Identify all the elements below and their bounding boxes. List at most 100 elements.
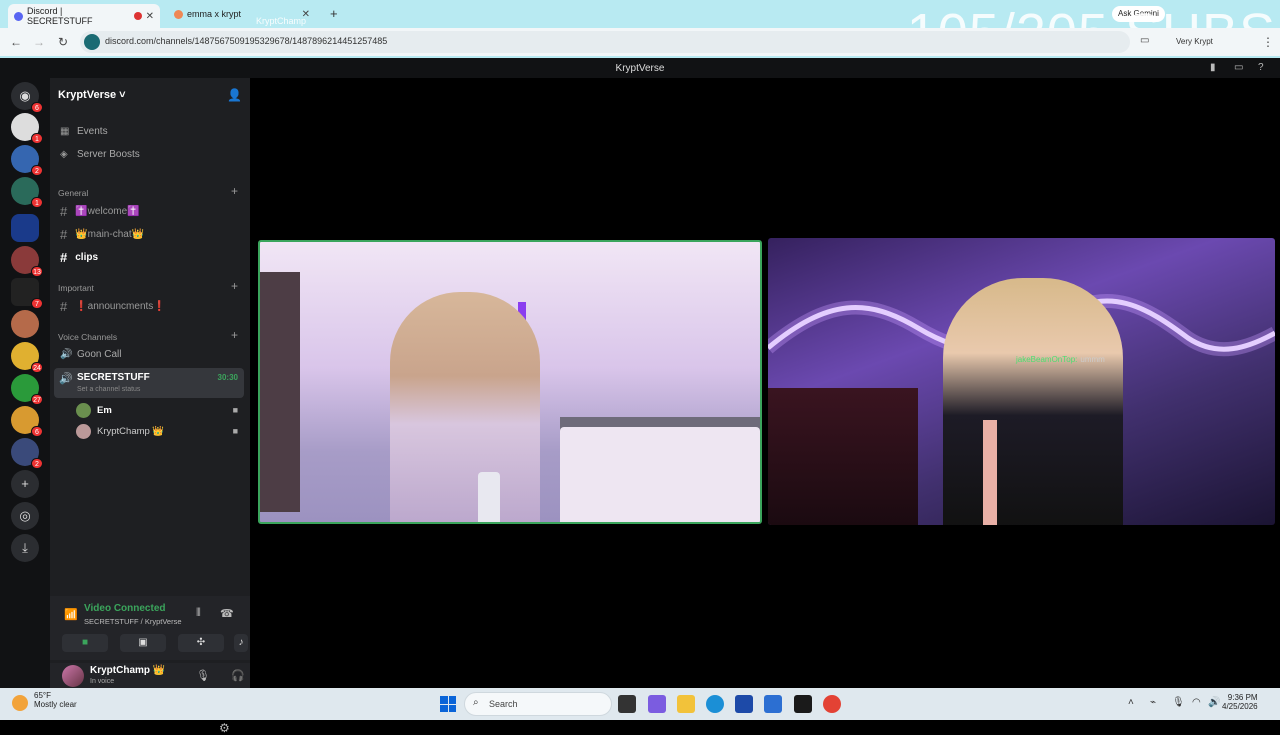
taskbar-search[interactable]: ⌕ Search	[464, 692, 612, 716]
help-icon[interactable]: ?	[1258, 62, 1264, 73]
voice-channel-goon-call[interactable]: 🔊 Goon Call	[60, 349, 121, 360]
hash-icon: #	[60, 204, 68, 219]
server-icon[interactable]: 13	[11, 246, 43, 277]
weather-widget[interactable]: 65°F Mostly clear	[12, 691, 77, 709]
voice-status-subtitle[interactable]: SECRETSTUFF / KryptVerse	[84, 617, 182, 626]
video-tile-kryptchamp[interactable]: jakeBeamOnTop: ummm	[768, 238, 1275, 525]
create-channel-icon[interactable]: +	[231, 328, 238, 342]
outlook-icon[interactable]	[764, 695, 782, 713]
store-icon[interactable]	[735, 695, 753, 713]
channel-label: ❗announcments❗	[75, 301, 166, 312]
app-icon[interactable]	[794, 695, 812, 713]
discord-home-icon[interactable]: ◉ 6	[11, 82, 43, 113]
chat-message: ummm	[1080, 355, 1105, 364]
volume-icon[interactable]: 🔊	[1208, 697, 1220, 708]
channel-clips[interactable]: # clips	[60, 250, 98, 265]
address-bar-row: ← → ↻ discord.com/channels/1487567509195…	[0, 28, 1280, 56]
channel-label: Goon Call	[77, 349, 122, 360]
task-view-icon[interactable]	[618, 695, 636, 713]
activities-button[interactable]: ✣	[178, 634, 224, 652]
url-text: discord.com/channels/1487567509195329678…	[105, 36, 388, 46]
system-clock[interactable]: 9:36 PM 4/25/2026	[1222, 693, 1258, 711]
microphone-icon[interactable]: 🎙	[1172, 697, 1185, 708]
site-info-icon[interactable]	[84, 34, 100, 50]
voice-member[interactable]: KryptChamp 👑	[76, 424, 164, 439]
microphone-icon[interactable]: 🎙	[196, 669, 210, 682]
call-timer: 30:30	[217, 373, 238, 382]
back-icon[interactable]: ←	[10, 35, 22, 49]
new-tab-button[interactable]: +	[330, 6, 338, 21]
server-icon[interactable]: 24	[11, 342, 43, 373]
voice-member[interactable]: Em	[76, 403, 112, 418]
notification-badge: 1	[31, 133, 43, 144]
screen-icon[interactable]: ▭	[1234, 62, 1243, 73]
inbox-icon[interactable]: ▮	[1210, 62, 1216, 73]
weather-temp: 65°F	[34, 691, 51, 700]
tray-chevron-icon[interactable]: ˄	[1128, 697, 1134, 708]
screen-share-button[interactable]: ▣	[120, 634, 166, 652]
search-label: Search	[489, 699, 518, 709]
start-button-icon[interactable]	[440, 696, 456, 712]
reload-icon[interactable]: ↻	[58, 35, 68, 49]
noise-suppression-icon[interactable]: ⦀	[196, 607, 201, 620]
edge-icon[interactable]	[706, 695, 724, 713]
video-tile-em[interactable]	[258, 240, 762, 524]
discover-icon[interactable]: ◎	[11, 502, 39, 530]
server-icon[interactable]: 2	[11, 438, 43, 469]
category-important[interactable]: Important	[58, 283, 94, 293]
camera-toggle-button[interactable]: ■	[62, 634, 108, 652]
avatar[interactable]	[62, 665, 84, 687]
file-explorer-icon[interactable]	[677, 695, 695, 713]
address-bar[interactable]: discord.com/channels/1487567509195329678…	[80, 31, 1130, 53]
server-icon[interactable]: 6	[11, 406, 43, 437]
notification-badge: 7	[31, 298, 43, 309]
dc-server-icon[interactable]: 7	[11, 278, 43, 309]
disconnect-icon[interactable]: ☎	[220, 607, 234, 620]
background-door	[260, 272, 300, 512]
wifi-icon[interactable]: ◠	[1192, 697, 1201, 708]
add-server-icon[interactable]: +	[11, 470, 39, 498]
category-general[interactable]: General	[58, 188, 88, 198]
soundboard-button[interactable]: ♪	[234, 634, 248, 652]
forward-icon[interactable]: →	[33, 35, 45, 49]
chrome-icon[interactable]	[823, 695, 841, 713]
kick-server-icon[interactable]	[11, 214, 39, 242]
channel-welcome[interactable]: # ✝️welcome✝️	[60, 204, 140, 219]
create-channel-icon[interactable]: +	[231, 184, 238, 198]
category-voice[interactable]: Voice Channels	[58, 332, 117, 342]
menu-kebab-icon[interactable]: ⋮	[1262, 35, 1274, 49]
server-icon[interactable]	[11, 310, 39, 338]
server-icon[interactable]: 2	[11, 145, 43, 176]
clock-time: 9:36 PM	[1227, 693, 1258, 702]
notification-badge: 2	[31, 458, 43, 469]
close-tab-icon[interactable]: ✕	[146, 11, 154, 22]
settings-gear-icon[interactable]: ⚙	[219, 721, 230, 735]
server-boosts-item[interactable]: ◈ Server Boosts	[60, 149, 140, 160]
signal-icon[interactable]: 📶	[64, 608, 78, 621]
headphones-icon[interactable]: 🎧	[231, 669, 245, 682]
voice-channel-secretstuff[interactable]: 🔊 SECRETSTUFF Set a channel status 30:30	[54, 368, 244, 398]
server-icon[interactable]: 27	[11, 374, 43, 405]
events-item[interactable]: ▦ Events	[60, 126, 108, 137]
server-name[interactable]: KryptVerse ˅	[58, 89, 126, 101]
download-icon[interactable]: ⤓	[11, 534, 39, 562]
window-title: KryptVerse	[615, 63, 665, 74]
channel-status-prompt[interactable]: Set a channel status	[77, 386, 140, 393]
weather-condition: Mostly clear	[34, 700, 77, 709]
server-icon[interactable]: 1	[11, 177, 43, 208]
clock-date: 4/25/2026	[1222, 702, 1258, 711]
server-icon[interactable]: 1	[11, 113, 43, 144]
copilot-icon[interactable]	[648, 695, 666, 713]
profile-chip[interactable]: Very Krypt	[1176, 37, 1213, 46]
background-seats	[768, 388, 918, 525]
cast-icon[interactable]: ▭	[1140, 35, 1149, 46]
channel-announcments[interactable]: # ❗announcments❗	[60, 299, 166, 314]
channel-main-chat[interactable]: # 👑main-chat👑	[60, 227, 144, 242]
tab-discord[interactable]: Discord | SECRETSTUFF ✕	[8, 4, 160, 28]
create-channel-icon[interactable]: +	[231, 279, 238, 293]
calendar-icon: ▦	[60, 126, 70, 137]
invite-people-icon[interactable]: 👤	[227, 88, 242, 102]
notification-badge: 1	[31, 197, 43, 208]
network-icon[interactable]: ⌁	[1150, 697, 1156, 708]
browser-chrome: Discord | SECRETSTUFF ✕ emma x krypt ✕ K…	[0, 0, 1280, 63]
